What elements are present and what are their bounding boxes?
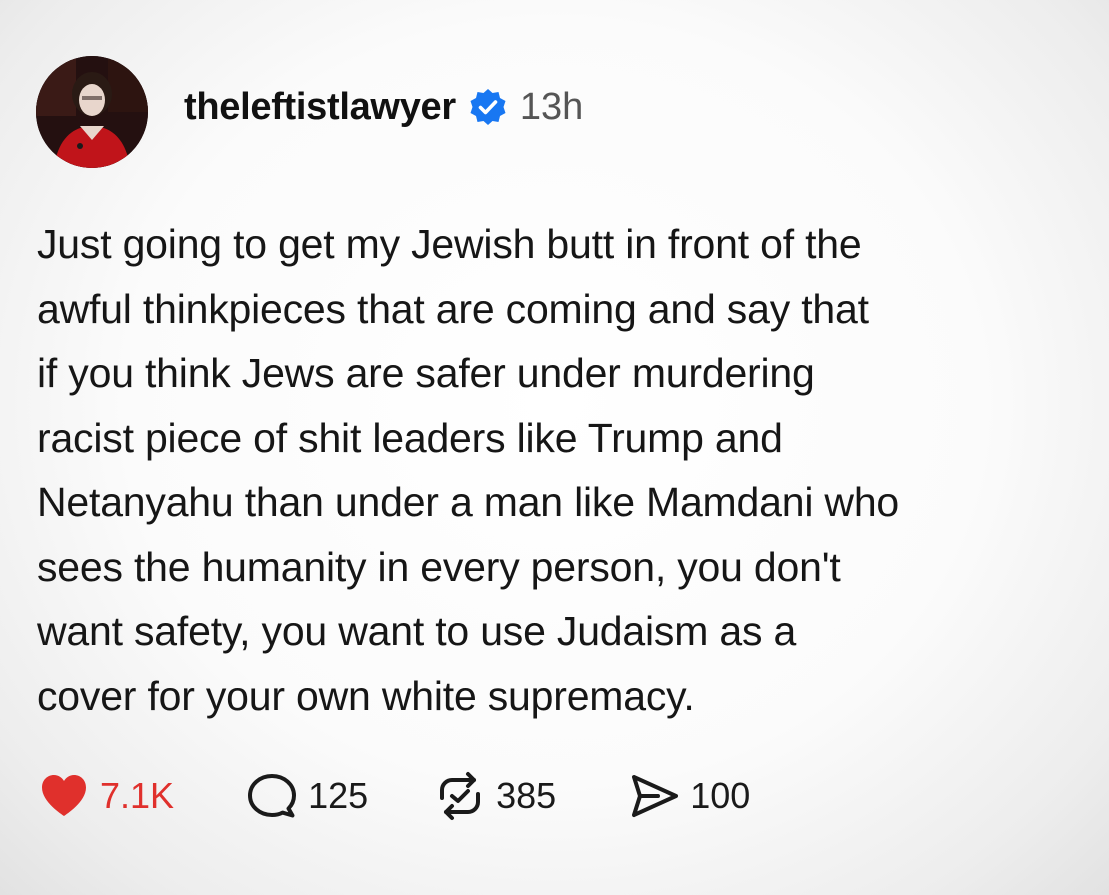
- post-body-line: if you think Jews are safer under murder…: [37, 350, 815, 396]
- post-body-line: cover for your own white supremacy.: [37, 672, 695, 719]
- like-button[interactable]: 7.1K: [36, 768, 174, 824]
- share-icon[interactable]: [626, 768, 682, 824]
- post-body-line: Just going to get my Jewish butt in fron…: [37, 221, 862, 267]
- post-body-line: racist piece of shit leaders like Trump …: [37, 414, 783, 461]
- repost-button[interactable]: 385: [432, 768, 556, 824]
- comment-button[interactable]: 125: [244, 768, 368, 824]
- verified-badge-icon: [468, 87, 508, 127]
- share-count: 100: [690, 775, 751, 816]
- post-meta: theleftistlawyer 13h: [184, 86, 583, 129]
- username[interactable]: theleftistlawyer: [184, 86, 456, 129]
- post-body: Just going to get my Jewish butt in fron…: [37, 212, 1087, 728]
- post-body-line: awful thinkpieces that are coming and sa…: [37, 285, 869, 332]
- repost-count: 385: [496, 775, 557, 816]
- post-body-line: want safety, you want to use Judaism as …: [37, 608, 797, 654]
- repost-icon[interactable]: [432, 768, 488, 824]
- share-button[interactable]: 100: [626, 768, 750, 824]
- avatar-image: [36, 56, 148, 168]
- post-body-line: Netanyahu than under a man like Mamdani …: [37, 479, 900, 525]
- action-bar: 7.1K 125 385 100: [36, 766, 750, 826]
- post-body-line: sees the humanity in every person, you d…: [37, 543, 841, 590]
- avatar[interactable]: [36, 56, 148, 168]
- like-count: 7.1K: [100, 775, 175, 816]
- heart-icon[interactable]: [36, 768, 92, 824]
- comment-count: 125: [308, 775, 369, 816]
- post-header: theleftistlawyer 13h: [36, 56, 583, 168]
- threads-post: theleftistlawyer 13h Just going to get m…: [0, 0, 1109, 895]
- post-time: 13h: [519, 85, 584, 128]
- comment-icon[interactable]: [244, 768, 300, 824]
